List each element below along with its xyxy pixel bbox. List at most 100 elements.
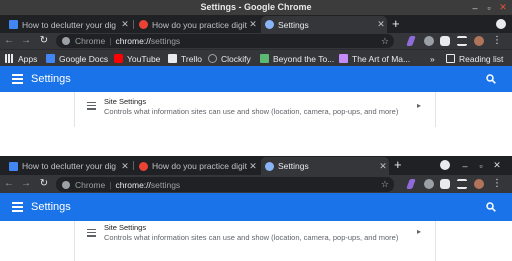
hamburger-menu-icon[interactable]	[12, 74, 23, 86]
media-queue-icon[interactable]	[457, 179, 467, 189]
new-tab-button[interactable]: +	[392, 17, 400, 31]
bookmark-clockify[interactable]: Clockify	[208, 52, 251, 65]
browser-window-bottom: How to declutter your dig ✕ How do you p…	[0, 156, 512, 261]
forward-icon[interactable]: →	[20, 34, 32, 48]
back-icon[interactable]: ←	[3, 177, 15, 191]
bookmark-google-docs[interactable]: Google Docs	[46, 52, 108, 65]
puzzle-icon[interactable]	[440, 179, 450, 189]
minimize-icon[interactable]: –	[458, 158, 472, 173]
maximize-icon[interactable]: ▫	[474, 158, 488, 173]
tab-practice[interactable]: How do you practice digit ✕	[135, 157, 259, 175]
close-window-icon[interactable]: ✕	[490, 158, 504, 173]
menu-dots-icon[interactable]: ⋮	[492, 179, 502, 189]
tab-label: How to declutter your dig	[22, 19, 117, 30]
extension-icon[interactable]	[424, 36, 434, 46]
settings-header: Settings	[0, 66, 512, 92]
gear-icon	[265, 20, 274, 29]
row-title: Site Settings	[104, 223, 147, 232]
reading-list-label: Reading list	[459, 53, 504, 64]
youtube-icon	[114, 54, 123, 63]
pen-extension-icon[interactable]	[406, 179, 416, 189]
close-tab-icon[interactable]: ✕	[119, 161, 131, 172]
settings-header: Settings	[0, 193, 512, 221]
gear-icon	[265, 161, 274, 171]
settings-content: Site Settings Controls what information …	[0, 221, 512, 261]
tab-practice[interactable]: How do you practice digit ✕	[135, 16, 259, 33]
reload-icon[interactable]: ↻	[38, 177, 50, 191]
settings-card: Site Settings Controls what information …	[74, 221, 436, 261]
url-host: chrome://	[115, 179, 151, 190]
address-bar[interactable]: Chrome | chrome://settings ☆	[56, 177, 394, 192]
settings-content: Site Settings Controls what information …	[0, 92, 512, 127]
site-info-icon[interactable]	[62, 37, 70, 45]
bookmark-trello[interactable]: Trello	[168, 52, 202, 65]
reading-list-icon	[446, 54, 455, 63]
url-host: chrome://	[115, 36, 151, 46]
close-tab-icon[interactable]: ✕	[247, 161, 259, 172]
menu-dots-icon[interactable]: ⋮	[492, 36, 502, 46]
reload-icon[interactable]: ↻	[38, 34, 50, 48]
site-settings-row[interactable]: Site Settings Controls what information …	[75, 92, 435, 127]
bookmark-star-icon[interactable]: ☆	[381, 179, 389, 190]
tab-label: How to declutter your dig	[22, 161, 117, 171]
browser-window-top: Settings - Google Chrome – ▫ ✕ How to de…	[0, 0, 512, 145]
maximize-icon[interactable]: ▫	[482, 0, 496, 15]
new-tab-button[interactable]: +	[394, 158, 402, 172]
tab-declutter[interactable]: How to declutter your dig ✕	[5, 157, 131, 175]
chevron-right-icon: ▸	[416, 101, 421, 110]
hamburger-menu-icon[interactable]	[12, 202, 23, 214]
bookmark-youtube[interactable]: YouTube	[114, 52, 160, 65]
url-path: settings	[150, 36, 181, 46]
back-icon[interactable]: ←	[3, 34, 15, 48]
art-icon	[339, 54, 348, 63]
tab-divider	[133, 20, 134, 29]
tab-label: Settings	[278, 161, 309, 171]
address-bar[interactable]: Chrome | chrome://settings ☆	[56, 34, 394, 48]
bookmark-art[interactable]: The Art of Ma...	[339, 52, 410, 65]
forward-icon[interactable]: →	[20, 177, 32, 191]
close-window-icon[interactable]: ✕	[496, 0, 510, 15]
site-info-icon[interactable]	[62, 180, 70, 189]
docs-icon	[46, 54, 55, 63]
bookmark-beyond[interactable]: Beyond the To...	[260, 52, 334, 65]
pen-extension-icon[interactable]	[406, 36, 416, 46]
avatar[interactable]	[474, 36, 484, 46]
url-path: settings	[150, 179, 181, 190]
url-scheme: Chrome	[75, 179, 106, 190]
tab-settings[interactable]: Settings ✕	[261, 16, 387, 33]
tab-declutter[interactable]: How to declutter your dig ✕	[5, 16, 131, 33]
tab-search-icon[interactable]	[496, 19, 506, 29]
bookmark-label: The Art of Ma...	[352, 53, 411, 64]
close-tab-icon[interactable]: ✕	[377, 161, 389, 172]
tab-settings[interactable]: Settings ✕	[261, 157, 389, 175]
media-queue-icon[interactable]	[457, 36, 467, 46]
extension-icon[interactable]	[424, 179, 434, 189]
close-tab-icon[interactable]: ✕	[247, 19, 259, 30]
docs-favicon-icon	[9, 161, 18, 171]
search-icon[interactable]	[486, 74, 496, 84]
sliders-icon	[87, 102, 96, 112]
bookmark-star-icon[interactable]: ☆	[381, 36, 389, 47]
reading-list-button[interactable]: Reading list	[446, 52, 503, 65]
close-tab-icon[interactable]: ✕	[119, 19, 131, 30]
bookmarks-bar: Apps Google Docs YouTube Trello Clockify…	[0, 49, 512, 66]
avatar[interactable]	[474, 179, 484, 189]
url-separator: |	[109, 179, 112, 190]
chevron-right-icon: ▸	[416, 227, 421, 236]
puzzle-icon[interactable]	[440, 36, 450, 46]
trello-icon	[168, 54, 177, 63]
row-subtitle: Controls what information sites can use …	[104, 107, 399, 116]
site-settings-row[interactable]: Site Settings Controls what information …	[75, 221, 435, 261]
site-favicon-icon	[139, 20, 148, 29]
sliders-icon	[87, 229, 96, 239]
beyond-icon	[260, 54, 269, 63]
search-icon[interactable]	[486, 202, 496, 212]
minimize-icon[interactable]: –	[468, 0, 482, 15]
bookmark-label: Clockify	[221, 53, 251, 64]
close-tab-icon[interactable]: ✕	[375, 19, 387, 30]
row-subtitle: Controls what information sites can use …	[104, 233, 399, 242]
tab-search-icon[interactable]	[440, 160, 450, 170]
apps-grid-icon	[5, 54, 14, 63]
more-bookmarks-button[interactable]: »	[430, 52, 435, 65]
bookmark-apps[interactable]: Apps	[5, 52, 37, 65]
